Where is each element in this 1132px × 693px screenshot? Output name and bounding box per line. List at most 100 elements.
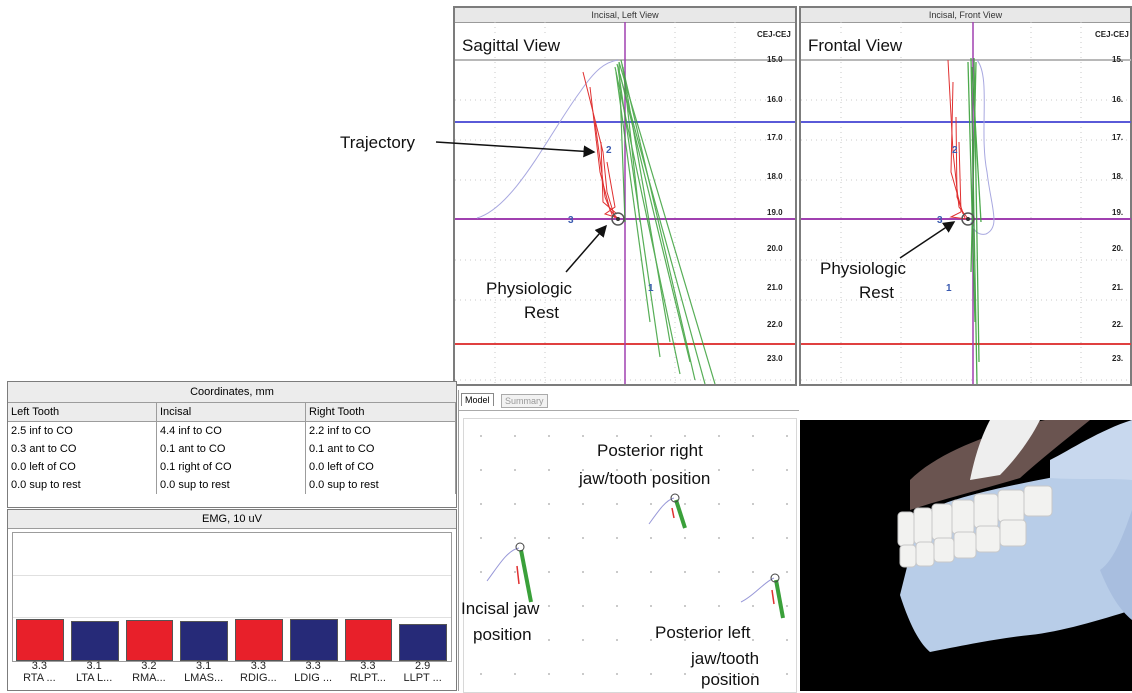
- frontal-tick-5: 20.: [1112, 244, 1124, 253]
- emg-bar-value-6: 3.3: [360, 660, 376, 672]
- emg-bar-value-0: 3.3: [31, 660, 48, 672]
- emg-bar-label-0: 3.3 RTA ...: [15, 660, 63, 684]
- cell: 0.1 ant to CO: [305, 440, 456, 458]
- sagittal-tick-4: 19.0: [767, 208, 783, 217]
- sagittal-view-label: Sagittal View: [460, 36, 562, 56]
- frontal-tick-8: 23.: [1112, 354, 1124, 363]
- frontal-tick-6: 21.: [1112, 283, 1124, 292]
- table-row: 2.5 inf to CO 4.4 inf to CO 2.2 inf to C…: [8, 421, 456, 440]
- cell: 0.1 right of CO: [156, 458, 306, 476]
- frontal-marker-upper: 2: [952, 145, 958, 156]
- sagittal-tick-7: 22.0: [767, 320, 783, 329]
- frontal-tick-7: 22.: [1112, 320, 1124, 329]
- physiologic-rest-label-sagittal-line2: Rest: [524, 303, 559, 322]
- header-incisal: Incisal: [156, 403, 306, 422]
- frontal-tick-3: 18.: [1112, 172, 1124, 181]
- incisal-jaw-label-line2: position: [473, 625, 532, 644]
- model-traces: [486, 493, 785, 619]
- emg-bar-name-1: LTA L...: [75, 672, 113, 684]
- coordinates-panel: Coordinates, mm Left Tooth Incisal Right…: [7, 381, 457, 508]
- physiologic-rest-label-frontal-line1: Physiologic: [820, 259, 906, 278]
- emg-bar-label-5: 3.3 LDIG ...: [289, 660, 337, 684]
- cell: 0.0 sup to rest: [156, 476, 306, 494]
- emg-bar-2: [125, 620, 174, 661]
- table-row: 0.3 ant to CO 0.1 ant to CO 0.1 ant to C…: [8, 440, 456, 458]
- sagittal-tick-1: 16.0: [767, 95, 783, 104]
- emg-bar-name-4: RDIG...: [240, 672, 277, 684]
- cell: 0.0 left of CO: [305, 458, 456, 476]
- cell: 0.0 sup to rest: [305, 476, 456, 494]
- emg-bar-name-0: RTA ...: [23, 672, 56, 684]
- emg-bar-label-4: 3.3 RDIG...: [234, 660, 282, 684]
- emg-bar-5: [289, 619, 338, 661]
- emg-bar-value-3: 3.1: [195, 660, 212, 672]
- jaw-model-image: [897, 420, 1132, 652]
- emg-bar-name-6: RLPT...: [349, 672, 386, 684]
- emg-bar-label-2: 3.2 RMA...: [125, 660, 173, 684]
- cell: 0.3 ant to CO: [8, 440, 157, 458]
- sagittal-tick-5: 20.0: [767, 244, 783, 253]
- sagittal-tick-6: 21.0: [767, 283, 783, 292]
- sagittal-tick-8: 23.0: [767, 354, 783, 363]
- emg-chart-area: [12, 532, 452, 662]
- jaw-3d-view[interactable]: [800, 420, 1132, 691]
- sagittal-tick-2: 17.0: [767, 133, 783, 142]
- emg-bar-label-7: 2.9 LLPT ...: [399, 660, 447, 684]
- emg-labels: 3.3 RTA ... 3.1 LTA L... 3.2 RMA... 3.1 LMAS...…: [8, 660, 458, 692]
- trajectory-label: Trajectory: [340, 133, 415, 152]
- cell: 0.1 ant to CO: [156, 440, 306, 458]
- posterior-left-label-line3: position: [701, 670, 760, 689]
- frontal-corner-label: CEJ-CEJ: [1095, 30, 1129, 39]
- emg-title: EMG, 10 uV: [8, 510, 456, 529]
- emg-bar-0: [16, 619, 64, 661]
- sagittal-window-title: Incisal, Left View: [455, 8, 795, 23]
- incisal-jaw-label-line1: Incisal jaw: [461, 599, 540, 618]
- emg-bars: [13, 533, 451, 661]
- frontal-plot: [801, 22, 1131, 384]
- model-view-panel: Model Summary Posterior right jaw/tooth …: [458, 390, 799, 693]
- frontal-tick-2: 17.: [1112, 133, 1124, 142]
- sagittal-corner-label: CEJ-CEJ: [757, 30, 791, 39]
- emg-bar-name-7: LLPT ...: [403, 672, 442, 684]
- emg-bar-4: [235, 619, 283, 661]
- coordinates-table: Left Tooth Incisal Right Tooth 2.5 inf t…: [8, 403, 456, 494]
- header-left-tooth: Left Tooth: [8, 403, 157, 422]
- emg-bar-label-1: 3.1 LTA L...: [70, 660, 118, 684]
- emg-bar-value-2: 3.2: [141, 660, 157, 672]
- emg-bar-value-1: 3.1: [86, 660, 102, 672]
- coordinates-header-row: Left Tooth Incisal Right Tooth: [8, 403, 456, 422]
- frontal-view-label: Frontal View: [806, 36, 905, 56]
- emg-bar-value-7: 2.9: [414, 660, 431, 672]
- sagittal-tick-0: 15.0: [767, 55, 783, 64]
- physiologic-rest-label-frontal-line2: Rest: [859, 283, 894, 302]
- table-row: 0.0 sup to rest 0.0 sup to rest 0.0 sup …: [8, 476, 456, 494]
- posterior-right-label-line2: jaw/tooth position: [579, 469, 711, 488]
- frontal-tick-0: 15.: [1112, 55, 1124, 64]
- posterior-right-label-line1: Posterior right: [597, 441, 703, 460]
- sagittal-marker-upper: 2: [606, 145, 612, 156]
- cell: 0.0 left of CO: [8, 458, 157, 476]
- frontal-window-title: Incisal, Front View: [801, 8, 1130, 23]
- frontal-marker-lower: 1: [946, 283, 952, 294]
- cell: 2.2 inf to CO: [305, 421, 456, 440]
- coordinates-title: Coordinates, mm: [8, 382, 456, 403]
- emg-bar-name-3: LMAS...: [184, 672, 224, 684]
- emg-bar-label-6: 3.3 RLPT...: [344, 660, 392, 684]
- emg-bar-name-5: LDIG ...: [294, 672, 333, 684]
- sagittal-tick-3: 18.0: [767, 172, 783, 181]
- emg-bar-label-3: 3.1 LMAS...: [180, 660, 228, 684]
- frontal-tick-1: 16.: [1112, 95, 1124, 104]
- emg-bar-7: [399, 624, 447, 661]
- emg-bar-value-5: 3.3: [305, 660, 321, 672]
- posterior-left-label-line1: Posterior left: [655, 623, 751, 642]
- cell: 0.0 sup to rest: [8, 476, 157, 494]
- emg-panel: EMG, 10 uV 3.3 RTA ... 3.1 LTA L... 3.2 RMA..…: [7, 509, 457, 691]
- sagittal-panel: Incisal, Left View Sagittal View CEJ-CEJ…: [453, 6, 797, 386]
- sagittal-marker-left: 3: [568, 215, 574, 226]
- emg-bar-3: [180, 621, 228, 661]
- frontal-marker-left: 3: [937, 215, 943, 226]
- cell: 4.4 inf to CO: [156, 421, 306, 440]
- header-right-tooth: Right Tooth: [305, 403, 456, 422]
- emg-bar-6: [344, 619, 393, 661]
- frontal-panel: Incisal, Front View Frontal View CEJ-CEJ…: [799, 6, 1132, 386]
